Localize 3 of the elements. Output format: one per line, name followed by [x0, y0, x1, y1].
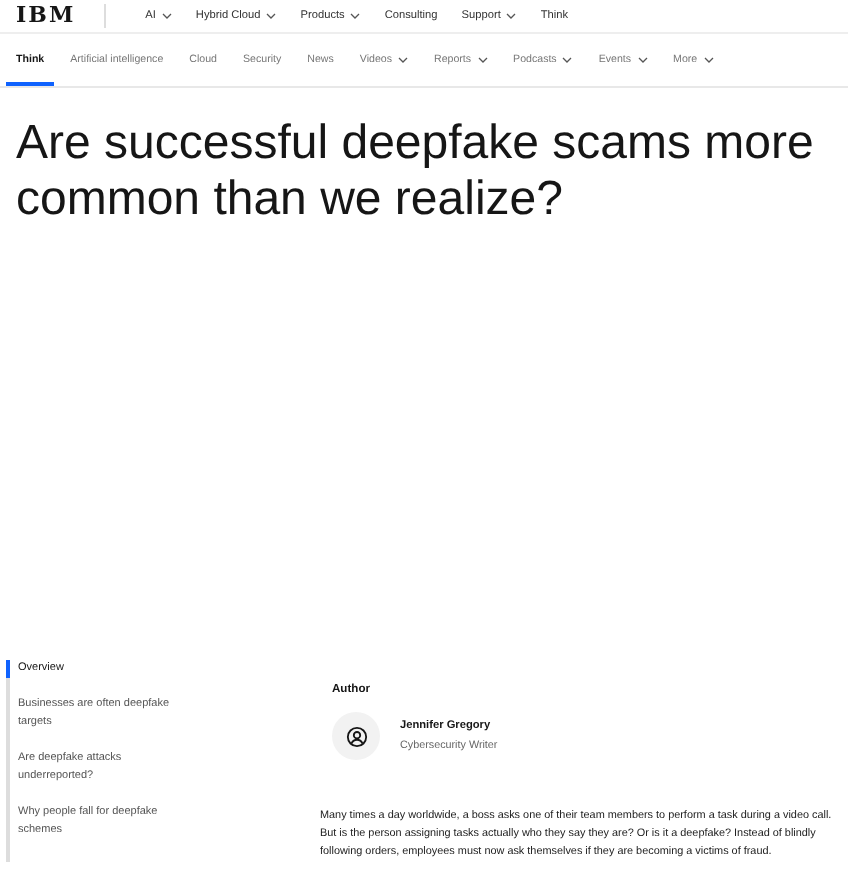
article-title: Are successful deepfake scams more common than we realize? [16, 116, 816, 228]
user-icon [345, 725, 367, 747]
logo[interactable]: IBM [16, 4, 106, 28]
